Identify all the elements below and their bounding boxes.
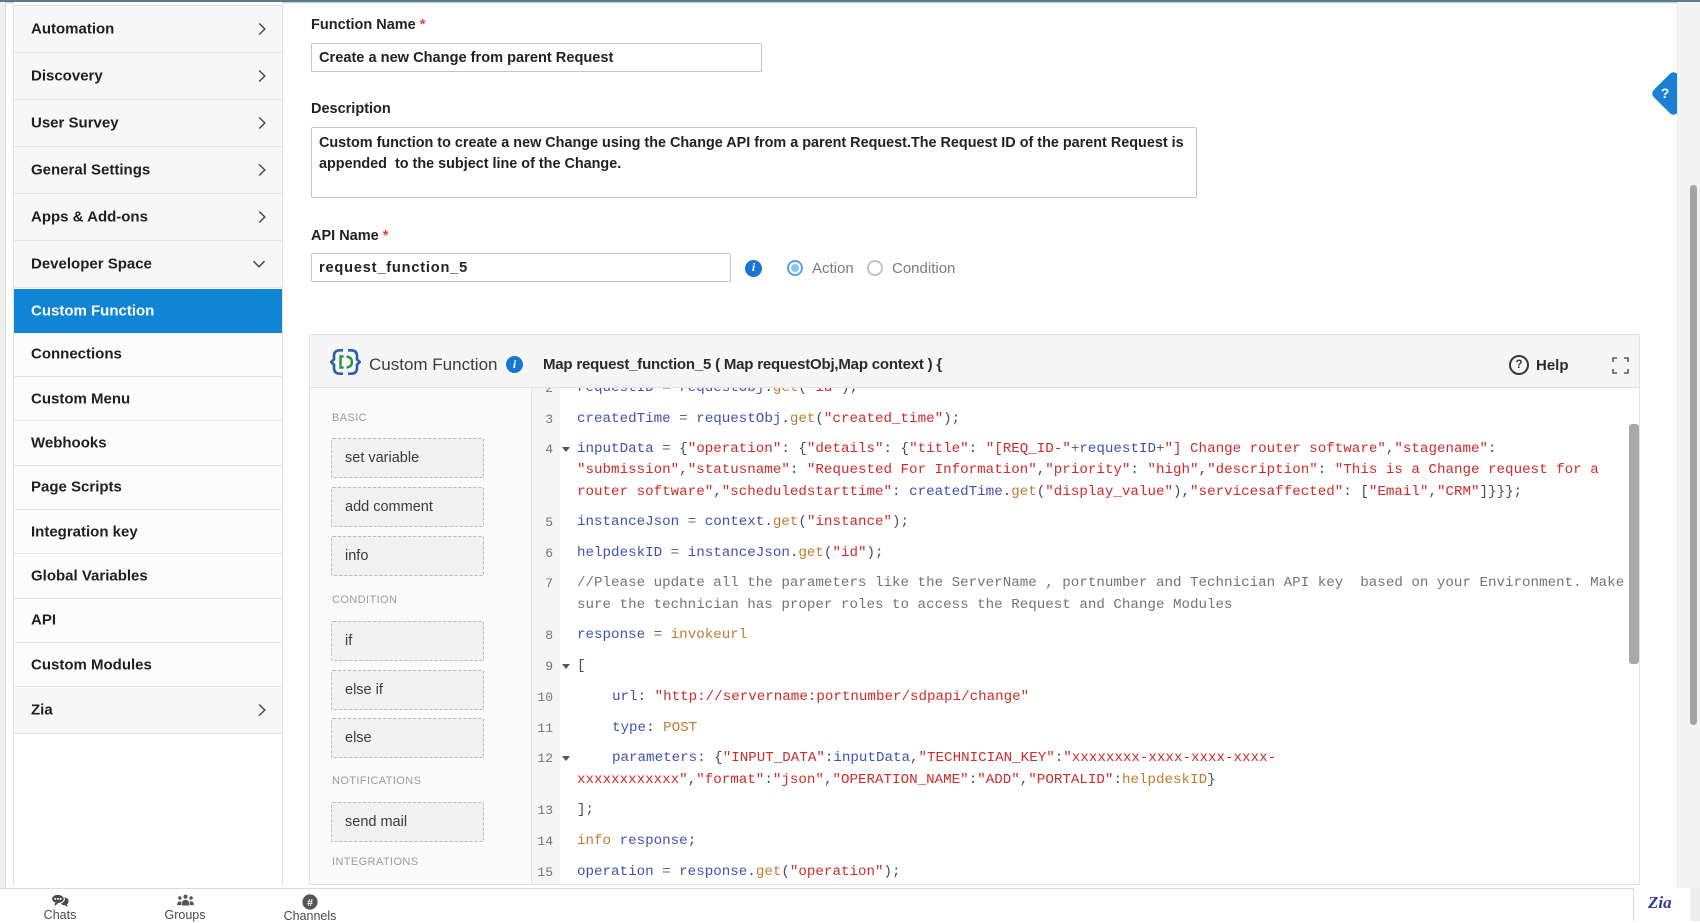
svg-text:#: # bbox=[307, 897, 313, 909]
